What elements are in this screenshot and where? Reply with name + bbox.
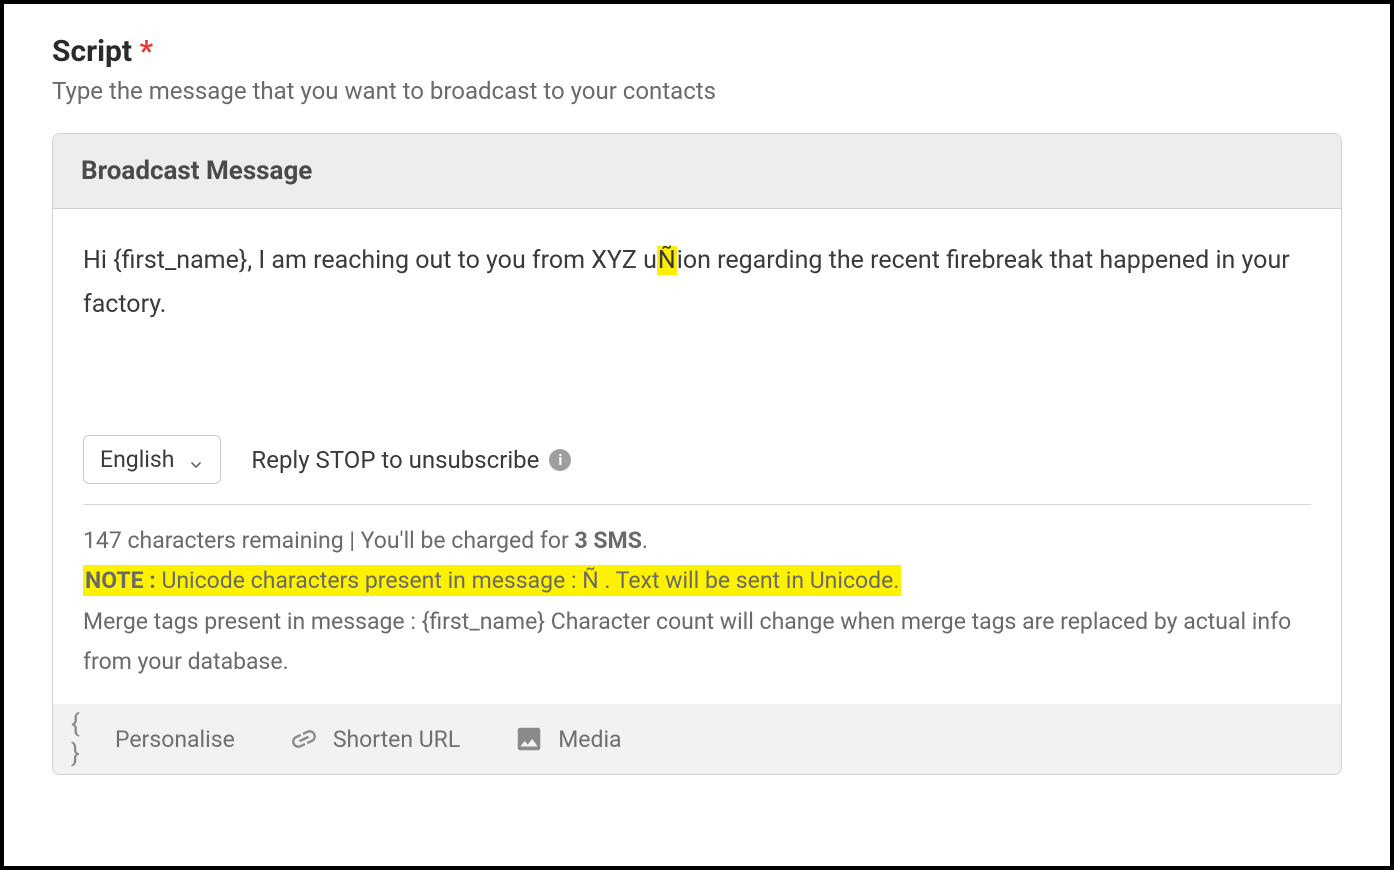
note-unicode-chars: Ñ xyxy=(582,567,598,594)
section-subtitle: Type the message that you want to broadc… xyxy=(52,77,1342,105)
note-body-suffix: . Text will be sent in Unicode. xyxy=(599,567,900,594)
required-asterisk: * xyxy=(140,34,154,69)
media-button[interactable]: Media xyxy=(514,724,621,754)
chevron-down-icon xyxy=(188,452,204,468)
merge-tags-line: Merge tags present in message : {first_n… xyxy=(83,602,1311,683)
status-info-block: 147 characters remaining | You'll be cha… xyxy=(83,521,1311,700)
note-body-prefix: Unicode characters present in message : xyxy=(156,567,583,594)
script-section-frame: Script * Type the message that you want … xyxy=(0,0,1394,870)
personalise-button[interactable]: { } Personalise xyxy=(71,724,235,754)
link-icon xyxy=(289,724,319,754)
section-title: Script * xyxy=(52,34,1342,69)
message-unicode-highlight: Ñ xyxy=(657,246,677,275)
card-header-title: Broadcast Message xyxy=(81,156,1313,186)
media-label: Media xyxy=(558,726,621,753)
shorten-url-label: Shorten URL xyxy=(333,726,460,753)
card-body: Hi {first_name}, I am reaching out to yo… xyxy=(53,209,1341,704)
unicode-note-highlight: NOTE : Unicode characters present in mes… xyxy=(83,565,901,596)
note-label: NOTE : xyxy=(85,567,156,594)
unicode-note-line: NOTE : Unicode characters present in mes… xyxy=(83,561,1311,601)
unsubscribe-text: Reply STOP to unsubscribe xyxy=(251,446,539,474)
braces-icon: { } xyxy=(71,724,101,754)
section-title-text: Script xyxy=(52,34,132,69)
card-footer: { } Personalise Shorten URL Media xyxy=(53,704,1341,774)
unsubscribe-hint: Reply STOP to unsubscribe i xyxy=(251,446,571,474)
language-select-value: English xyxy=(100,446,174,473)
message-textarea[interactable]: Hi {first_name}, I am reaching out to yo… xyxy=(83,239,1311,429)
language-select[interactable]: English xyxy=(83,435,221,484)
message-text-prefix: Hi {first_name}, I am reaching out to yo… xyxy=(83,246,657,275)
char-remaining-text: 147 characters remaining | You'll be cha… xyxy=(83,527,574,554)
shorten-url-button[interactable]: Shorten URL xyxy=(289,724,460,754)
char-line-period: . xyxy=(642,527,648,554)
controls-row: English Reply STOP to unsubscribe i xyxy=(83,435,1311,504)
sms-count: 3 SMS xyxy=(574,527,641,554)
info-icon[interactable]: i xyxy=(549,449,571,471)
personalise-label: Personalise xyxy=(115,726,235,753)
char-count-line: 147 characters remaining | You'll be cha… xyxy=(83,521,1311,561)
image-icon xyxy=(514,724,544,754)
separator xyxy=(83,504,1311,505)
card-header: Broadcast Message xyxy=(53,134,1341,209)
broadcast-editor-card: Broadcast Message Hi {first_name}, I am … xyxy=(52,133,1342,775)
